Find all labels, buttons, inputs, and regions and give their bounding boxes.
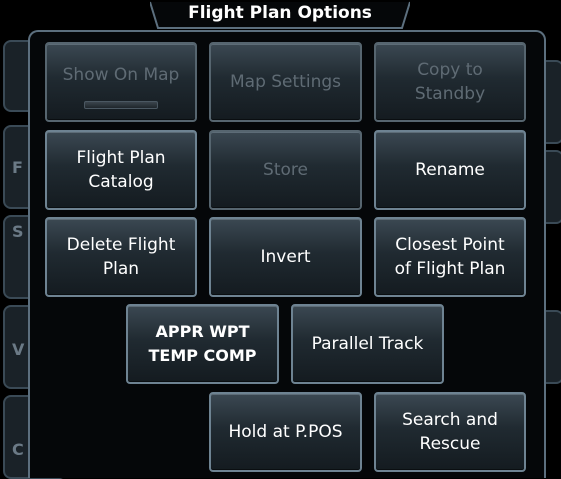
background-letter-s: S [12, 222, 24, 241]
parallel-track-label: Parallel Track [311, 334, 424, 354]
map-settings-button[interactable]: Map Settings [209, 42, 362, 122]
flight-plan-catalog-button[interactable]: Flight Plan Catalog [45, 130, 197, 210]
closest-point-label: Closest Point of Flight Plan [394, 235, 506, 279]
search-and-rescue-label: Search and Rescue [402, 410, 498, 454]
rename-button[interactable]: Rename [374, 130, 526, 210]
appr-wpt-temp-comp-label: APPR WPT TEMP COMP [148, 322, 257, 365]
flight-plan-catalog-label: Flight Plan Catalog [76, 148, 166, 192]
show-on-map-label: Show On Map [62, 65, 180, 85]
rename-label: Rename [415, 160, 485, 180]
show-on-map-annunciator [84, 101, 158, 109]
copy-to-standby-label: Copy to Standby [414, 60, 486, 104]
map-settings-label: Map Settings [229, 72, 341, 92]
hold-at-ppos-label: Hold at P.POS [228, 422, 343, 442]
background-letter-v: V [12, 340, 25, 359]
hold-at-ppos-button[interactable]: Hold at P.POS [209, 392, 362, 472]
show-on-map-button[interactable]: Show On Map [45, 42, 197, 122]
background-letter-c: C [12, 440, 24, 459]
delete-flight-plan-button[interactable]: Delete Flight Plan [45, 217, 197, 297]
invert-button[interactable]: Invert [209, 217, 362, 297]
invert-label: Invert [260, 247, 311, 267]
closest-point-button[interactable]: Closest Point of Flight Plan [374, 217, 526, 297]
background-letter-f: F [12, 158, 23, 177]
appr-wpt-temp-comp-button[interactable]: APPR WPT TEMP COMP [126, 304, 279, 384]
parallel-track-button[interactable]: Parallel Track [291, 304, 444, 384]
store-label: Store [263, 160, 308, 180]
delete-flight-plan-label: Delete Flight Plan [66, 235, 176, 279]
copy-to-standby-button[interactable]: Copy to Standby [374, 42, 526, 122]
search-and-rescue-button[interactable]: Search and Rescue [374, 392, 526, 472]
window-title: Flight Plan Options [188, 3, 372, 23]
store-button[interactable]: Store [209, 130, 362, 210]
title-tab: Flight Plan Options [150, 0, 410, 29]
